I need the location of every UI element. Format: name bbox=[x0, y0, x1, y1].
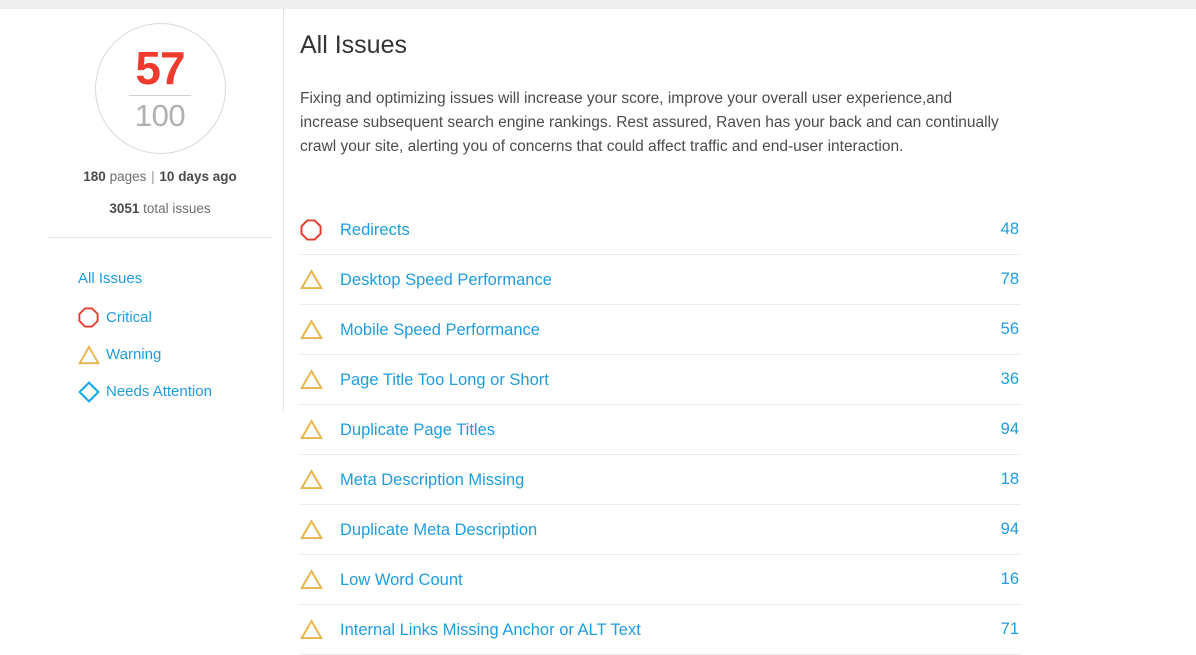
intro-paragraph: Fixing and optimizing issues will increa… bbox=[300, 90, 999, 156]
crawl-age: 10 days ago bbox=[159, 169, 237, 184]
top-bar bbox=[0, 0, 1196, 9]
issues-list: Redirects 48 Desktop Speed Performance 7… bbox=[300, 205, 1021, 655]
issue-label[interactable]: Desktop Speed Performance bbox=[340, 269, 985, 291]
score-max: 100 bbox=[134, 97, 186, 133]
triangle-icon bbox=[78, 344, 106, 366]
issue-row[interactable]: Duplicate Page Titles 94 bbox=[300, 405, 1021, 455]
total-issues-label: total issues bbox=[143, 201, 211, 216]
total-issues-count: 3051 bbox=[109, 201, 140, 216]
triangle-icon bbox=[300, 569, 340, 590]
sidebar: 57 100 180 pages | 10 days ago 3051 tota… bbox=[48, 9, 284, 638]
score-circle: 57 100 bbox=[94, 23, 226, 154]
sidebar-item-warning[interactable]: Warning bbox=[48, 336, 284, 373]
issue-row[interactable]: Meta Description Missing 18 bbox=[300, 455, 1021, 505]
page-title: All Issues bbox=[300, 31, 407, 59]
issue-count: 56 bbox=[1000, 320, 1019, 338]
pages-count: 180 bbox=[83, 169, 106, 184]
issue-label[interactable]: Internal Links Missing Anchor or ALT Tex… bbox=[340, 619, 985, 641]
issue-row[interactable]: Desktop Speed Performance 78 bbox=[300, 255, 1021, 305]
issue-label[interactable]: Meta Description Missing bbox=[340, 469, 985, 491]
sidebar-vertical-divider bbox=[283, 9, 284, 411]
main-content: All Issues Fixing and optimizing issues … bbox=[300, 9, 1196, 655]
issue-label[interactable]: Low Word Count bbox=[340, 569, 985, 591]
issue-count: 94 bbox=[1000, 520, 1019, 538]
issue-label[interactable]: Mobile Speed Performance bbox=[340, 319, 985, 341]
sidebar-nav: All Issues Critical Warning Needs Attent… bbox=[48, 259, 284, 410]
total-issues-meta: 3051 total issues bbox=[48, 201, 272, 216]
issue-count: 18 bbox=[1000, 470, 1019, 488]
sidebar-item-label: Warning bbox=[106, 345, 162, 363]
issue-label[interactable]: Duplicate Page Titles bbox=[340, 419, 985, 441]
triangle-icon bbox=[300, 619, 340, 640]
triangle-icon bbox=[300, 469, 340, 490]
sidebar-divider bbox=[48, 237, 272, 238]
issue-row[interactable]: Low Word Count 16 bbox=[300, 555, 1021, 605]
issue-row[interactable]: Mobile Speed Performance 56 bbox=[300, 305, 1021, 355]
issue-row[interactable]: Duplicate Meta Description 94 bbox=[300, 505, 1021, 555]
issue-count: 78 bbox=[1000, 270, 1019, 288]
issue-count: 94 bbox=[1000, 420, 1019, 438]
triangle-icon bbox=[300, 419, 340, 440]
pages-label: pages bbox=[109, 169, 147, 184]
octagon-icon bbox=[78, 307, 106, 329]
triangle-icon bbox=[300, 369, 340, 390]
octagon-icon bbox=[300, 219, 340, 241]
issue-count: 16 bbox=[1000, 570, 1019, 588]
meta-separator: | bbox=[151, 169, 155, 184]
sidebar-item-needs-attention[interactable]: Needs Attention bbox=[48, 373, 284, 410]
issue-label[interactable]: Page Title Too Long or Short bbox=[340, 369, 985, 391]
issue-label[interactable]: Duplicate Meta Description bbox=[340, 519, 985, 541]
triangle-icon bbox=[300, 319, 340, 340]
site-score-widget: 57 100 bbox=[48, 23, 272, 154]
issue-row[interactable]: Redirects 48 bbox=[300, 205, 1021, 255]
triangle-icon bbox=[300, 519, 340, 540]
score-value: 57 bbox=[135, 41, 185, 94]
issue-count: 71 bbox=[1000, 620, 1019, 638]
sidebar-item-label: All Issues bbox=[78, 270, 143, 287]
diamond-icon bbox=[78, 380, 106, 403]
issue-label[interactable]: Redirects bbox=[340, 219, 985, 241]
page-body: 57 100 180 pages | 10 days ago 3051 tota… bbox=[0, 9, 1196, 655]
triangle-icon bbox=[300, 269, 340, 290]
issue-row[interactable]: Internal Links Missing Anchor or ALT Tex… bbox=[300, 605, 1021, 655]
pages-crawled-meta: 180 pages | 10 days ago bbox=[48, 169, 272, 184]
sidebar-item-critical[interactable]: Critical bbox=[48, 299, 284, 336]
sidebar-item-all-issues[interactable]: All Issues bbox=[48, 259, 284, 299]
issue-row[interactable]: Page Title Too Long or Short 36 bbox=[300, 355, 1021, 405]
score-divider bbox=[129, 94, 191, 96]
issue-count: 36 bbox=[1000, 370, 1019, 388]
sidebar-item-label: Needs Attention bbox=[106, 382, 212, 400]
issue-count: 48 bbox=[1000, 220, 1019, 238]
sidebar-item-label: Critical bbox=[106, 308, 152, 326]
